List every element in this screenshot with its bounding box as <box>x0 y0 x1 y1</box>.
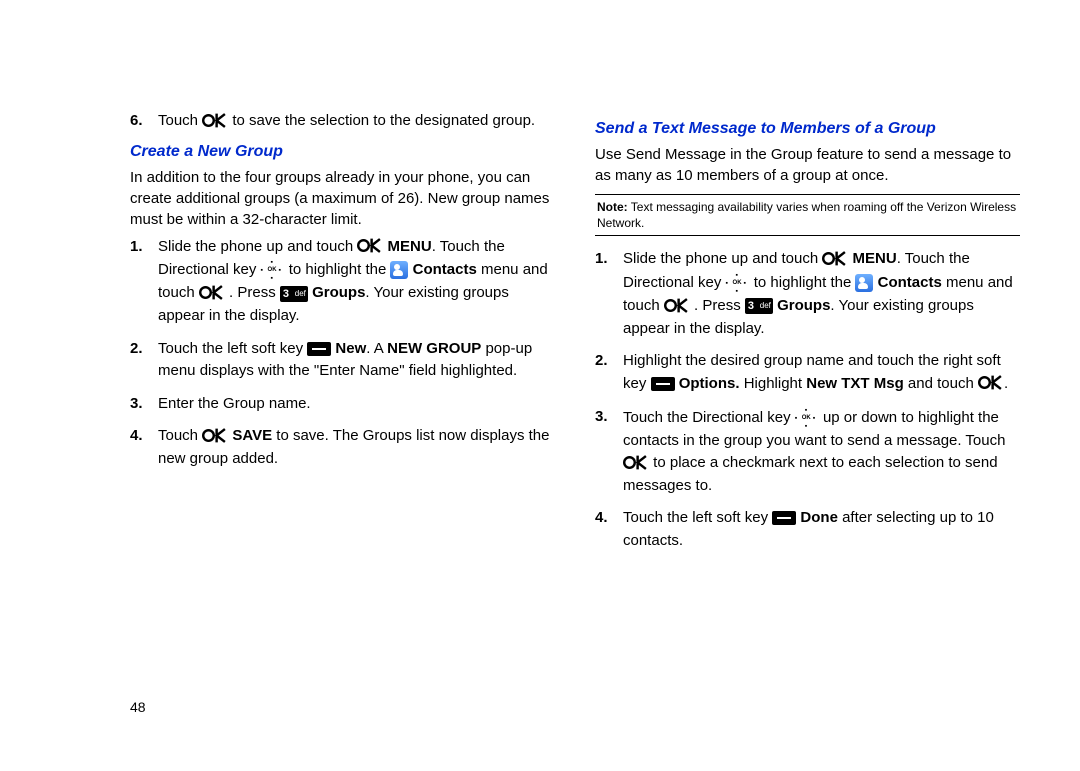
done-label: Done <box>800 509 838 526</box>
text: Slide the phone up and touch <box>623 251 822 268</box>
contacts-label: Contacts <box>413 261 477 278</box>
text: and touch <box>904 375 978 392</box>
text: Touch the left soft key <box>623 509 772 526</box>
text: . <box>1004 375 1008 392</box>
right-column: Send a Text Message to Members of a Grou… <box>595 110 1020 721</box>
softkey-icon <box>772 511 796 525</box>
key-3-def-icon: def <box>745 298 773 314</box>
steps-list: Slide the phone up and touch MENU. Touch… <box>130 236 555 471</box>
text: Touch <box>158 427 202 444</box>
section-heading-create-group: Create a New Group <box>130 143 555 161</box>
intro-text: In addition to the four groups already i… <box>130 167 555 230</box>
softkey-icon <box>307 342 331 356</box>
menu-label: MENU <box>388 238 432 255</box>
directional-key-icon: ▪▪▪▪OK <box>261 258 285 282</box>
step-4: Touch SAVE to save. The Groups list now … <box>130 425 555 470</box>
text: Slide the phone up and touch <box>158 238 357 255</box>
step-2: Touch the left soft key New. A NEW GROUP… <box>130 338 555 383</box>
text: Touch the Directional key <box>623 409 795 426</box>
contacts-icon <box>390 261 408 279</box>
steps-list: Slide the phone up and touch MENU. Touch… <box>595 248 1020 552</box>
step-1: Slide the phone up and touch MENU. Touch… <box>130 236 555 328</box>
text: to place a checkmark next to each select… <box>623 454 998 494</box>
text: to save the selection to the designated … <box>232 112 535 129</box>
ok-icon <box>357 235 383 258</box>
step-4: Touch the left soft key Done after selec… <box>595 507 1020 552</box>
manual-page: Touch to save the selection to the desig… <box>0 0 1080 771</box>
ok-icon <box>202 424 228 447</box>
text: . Press <box>694 297 745 314</box>
save-label: SAVE <box>232 427 272 444</box>
text: . Press <box>229 285 280 302</box>
step-1: Slide the phone up and touch MENU. Touch… <box>595 248 1020 340</box>
ok-icon <box>978 372 1004 395</box>
ok-icon <box>199 281 225 304</box>
step-3: Enter the Group name. <box>130 393 555 416</box>
groups-label: Groups <box>312 285 365 302</box>
text: Touch the left soft key <box>158 340 307 357</box>
key-3-def-icon: def <box>280 286 308 302</box>
softkey-icon <box>651 377 675 391</box>
contacts-icon <box>855 274 873 292</box>
new-txt-label: New TXT Msg <box>806 375 904 392</box>
directional-key-icon: ▪▪▪▪OK <box>795 406 819 430</box>
text: Touch <box>158 112 202 129</box>
text: to highlight the <box>754 274 856 291</box>
step-6: Touch to save the selection to the desig… <box>130 110 555 133</box>
new-group-label: NEW GROUP <box>387 340 481 357</box>
new-label: New <box>335 340 366 357</box>
note-label: Note: <box>597 200 628 214</box>
text: . A <box>366 340 387 357</box>
text: Highlight <box>744 375 807 392</box>
note-text: Text messaging availability varies when … <box>597 200 1016 230</box>
step-3: Touch the Directional key ▪▪▪▪OK up or d… <box>595 406 1020 498</box>
groups-label: Groups <box>777 297 830 314</box>
ok-icon <box>822 247 848 270</box>
section-heading-send-text: Send a Text Message to Members of a Grou… <box>595 120 1020 138</box>
ok-icon <box>202 109 228 132</box>
menu-label: MENU <box>853 251 897 268</box>
ok-icon <box>623 451 649 474</box>
ok-icon <box>664 294 690 317</box>
page-number: 48 <box>130 699 146 715</box>
left-column: Touch to save the selection to the desig… <box>130 110 555 721</box>
contacts-label: Contacts <box>878 274 942 291</box>
step-2: Highlight the desired group name and tou… <box>595 350 1020 395</box>
intro-text: Use Send Message in the Group feature to… <box>595 144 1020 186</box>
options-label: Options. <box>679 375 740 392</box>
note-box: Note: Text messaging availability varies… <box>595 194 1020 236</box>
text: to highlight the <box>289 261 391 278</box>
directional-key-icon: ▪▪▪▪OK <box>726 271 750 295</box>
